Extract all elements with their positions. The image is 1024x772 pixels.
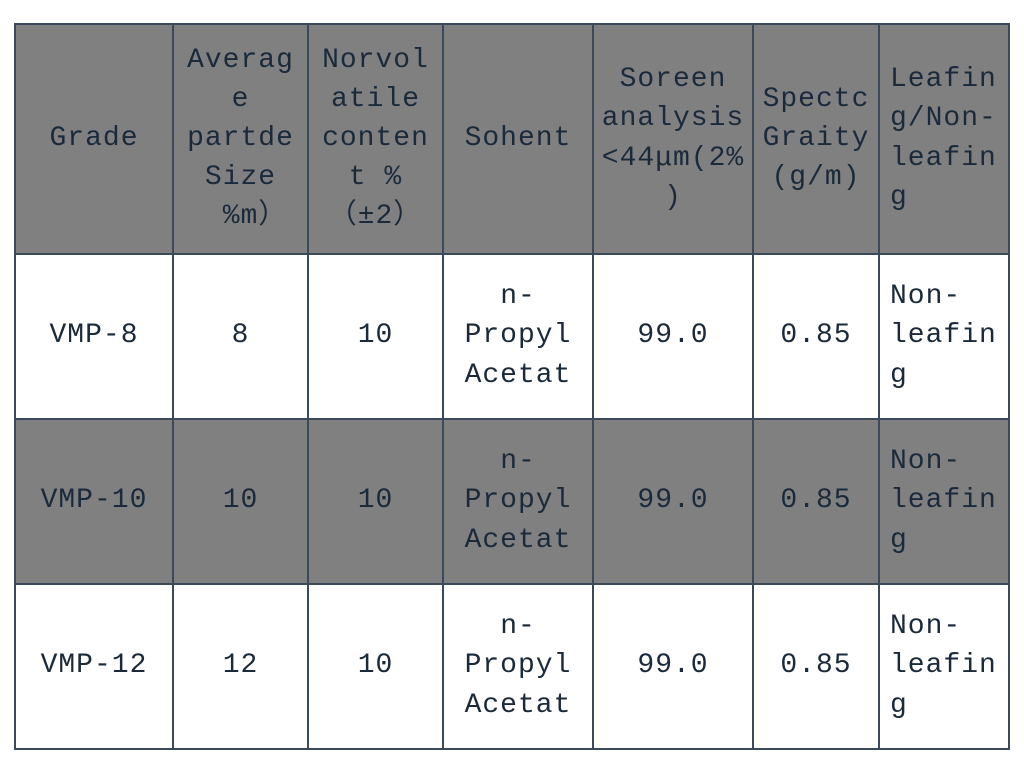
table-header-row: Grade Average partde Size %m） Norvolatil… (15, 24, 1009, 254)
header-screen: Soreen analysis <44μm(2%) (593, 24, 753, 254)
cell-size: 10 (173, 419, 308, 584)
header-nonvol: Norvolatile content %（±2） (308, 24, 443, 254)
header-leafing: Leafing/Non-leafing (879, 24, 1009, 254)
cell-leafing: Non-leafing (879, 254, 1009, 419)
header-grade: Grade (15, 24, 173, 254)
cell-size: 12 (173, 584, 308, 749)
cell-grade: VMP-12 (15, 584, 173, 749)
cell-gravity: 0.85 (753, 584, 879, 749)
table-row: VMP-8 8 10 n-Propyl Acetat 99.0 0.85 Non… (15, 254, 1009, 419)
header-gravity: SpectcGraity (g/m) (753, 24, 879, 254)
cell-leafing: Non-leafing (879, 584, 1009, 749)
cell-sohent: n-Propyl Acetat (443, 584, 593, 749)
cell-screen: 99.0 (593, 584, 753, 749)
table-row: VMP-10 10 10 n-Propyl Acetat 99.0 0.85 N… (15, 419, 1009, 584)
header-sohent: Sohent (443, 24, 593, 254)
cell-nonvol: 10 (308, 419, 443, 584)
spec-table: Grade Average partde Size %m） Norvolatil… (14, 23, 1010, 750)
cell-nonvol: 10 (308, 254, 443, 419)
cell-size: 8 (173, 254, 308, 419)
cell-sohent: n-Propyl Acetat (443, 254, 593, 419)
cell-nonvol: 10 (308, 584, 443, 749)
cell-gravity: 0.85 (753, 254, 879, 419)
cell-screen: 99.0 (593, 419, 753, 584)
cell-gravity: 0.85 (753, 419, 879, 584)
cell-grade: VMP-8 (15, 254, 173, 419)
header-size: Average partde Size %m） (173, 24, 308, 254)
cell-sohent: n-Propyl Acetat (443, 419, 593, 584)
cell-screen: 99.0 (593, 254, 753, 419)
cell-leafing: Non-leafing (879, 419, 1009, 584)
table-row: VMP-12 12 10 n-Propyl Acetat 99.0 0.85 N… (15, 584, 1009, 749)
cell-grade: VMP-10 (15, 419, 173, 584)
